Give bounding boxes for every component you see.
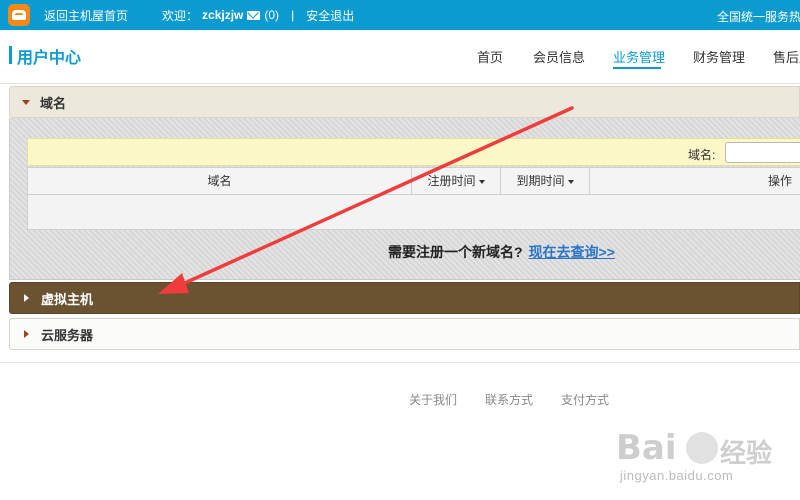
page-title: 用户中心 (17, 50, 82, 67)
nav-after-sales[interactable]: 售后服 (773, 47, 800, 66)
caret-right-icon (24, 294, 29, 302)
section-header-cloud-server[interactable]: 云服务器 (9, 318, 800, 350)
domain-filter-label: 域名: (688, 148, 716, 162)
nav-business-management[interactable]: 业务管理 (613, 47, 665, 66)
watermark-brand-cn: 经验 (720, 438, 773, 468)
sort-caret-icon (478, 179, 485, 184)
section-title-domain: 域名 (40, 95, 67, 111)
page-header: 用户中心 首页 会员信息 业务管理 财务管理 售后服 (0, 30, 800, 84)
domain-table-header: 域名 注册时间 到期时间 操作 (27, 167, 800, 195)
top-bar: 返回主机屋首页 欢迎： zckjzjw (0) | 安全退出 全国统一服务热 (0, 0, 800, 30)
watermark-url: jingyan.baidu.com (620, 468, 734, 483)
domain-filter-bar: 域名: (27, 138, 800, 166)
section-header-domain[interactable]: 域名 (9, 86, 800, 118)
nav-active-underline (613, 67, 661, 69)
service-hotline: 全国统一服务热 (717, 10, 800, 24)
caret-down-icon (22, 99, 30, 105)
paw-icon (686, 432, 718, 464)
domain-table-body (27, 195, 800, 230)
nav-home[interactable]: 首页 (477, 47, 503, 66)
back-to-home-link[interactable]: 返回主机屋首页 (44, 7, 128, 24)
title-accent-bar (9, 46, 12, 64)
site-logo-icon[interactable] (8, 4, 30, 26)
nav-member-info[interactable]: 会员信息 (533, 47, 585, 66)
column-header-domain: 域名 (28, 168, 412, 194)
baidu-jingyan-watermark: Bai 经验 jingyan.baidu.com (614, 428, 794, 488)
logout-link[interactable]: 安全退出 (306, 7, 354, 24)
message-count[interactable]: (0) (264, 8, 279, 22)
domain-filter-input[interactable] (725, 142, 800, 163)
username: zckjzjw (202, 8, 244, 22)
nav-finance-management[interactable]: 财务管理 (693, 47, 745, 66)
mail-icon[interactable] (247, 10, 261, 20)
register-domain-row: 需要注册一个新域名? 现在去查询>> (388, 242, 615, 262)
footer-link-payment[interactable]: 支付方式 (561, 391, 609, 408)
column-header-registered[interactable]: 注册时间 (412, 168, 501, 194)
topbar-separator: | (291, 8, 295, 22)
footer-link-about[interactable]: 关于我们 (409, 391, 457, 408)
sort-caret-icon (567, 179, 574, 184)
footer-divider (0, 362, 800, 363)
caret-right-icon (24, 330, 29, 338)
watermark-brand: Bai (616, 428, 677, 468)
search-domain-link[interactable]: 现在去查询>> (529, 244, 615, 260)
section-title-virtual-host: 虚拟主机 (41, 291, 94, 307)
section-title-cloud-server: 云服务器 (41, 327, 94, 343)
register-prompt: 需要注册一个新域名? (388, 244, 523, 260)
footer-link-contact[interactable]: 联系方式 (485, 391, 533, 408)
welcome-text: 欢迎： (162, 8, 199, 23)
domain-panel: 域名: 域名 注册时间 到期时间 操作 需要注册一个新域名? 现在去查询>> (9, 118, 800, 280)
column-header-actions: 操作 (767, 174, 792, 188)
column-header-expires[interactable]: 到期时间 (501, 168, 590, 194)
section-header-virtual-host[interactable]: 虚拟主机 (9, 282, 800, 314)
